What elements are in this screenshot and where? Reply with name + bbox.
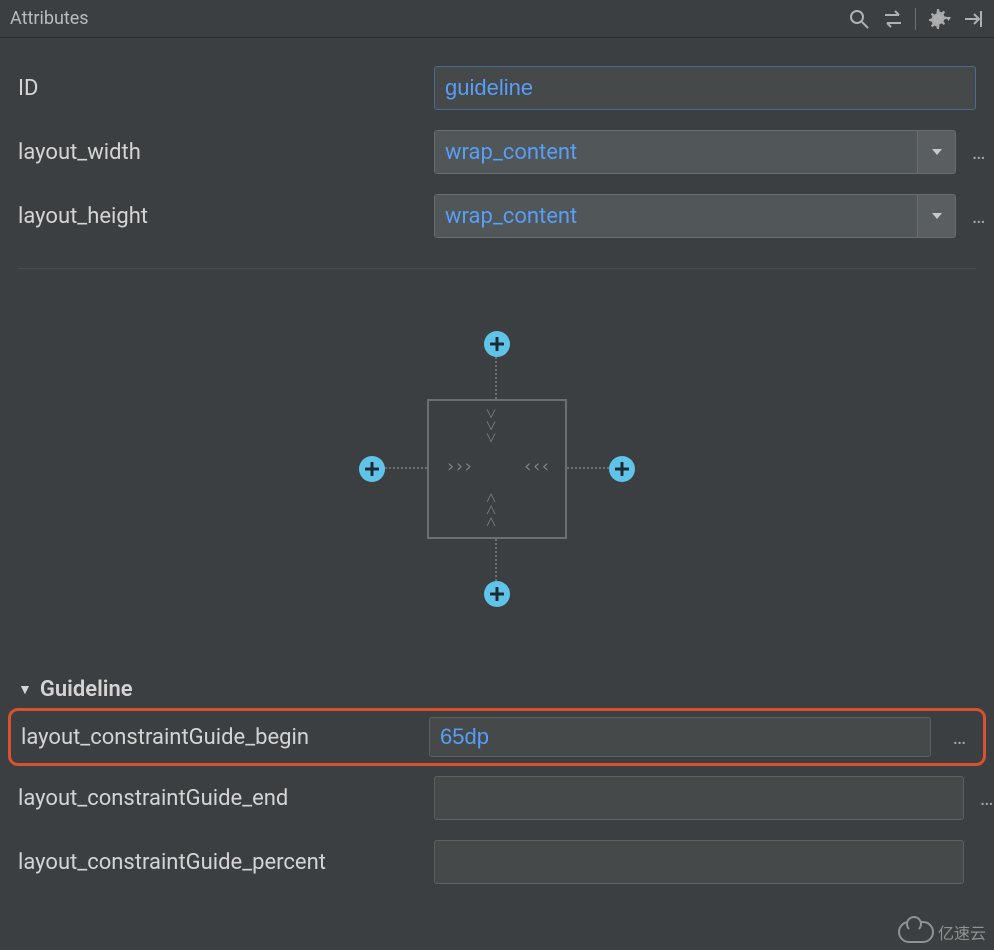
row-id: ID <box>0 56 994 120</box>
add-constraint-left-button[interactable] <box>359 456 385 482</box>
input-guide-end[interactable] <box>434 776 964 820</box>
guideline-rows: layout_constraintGuide_end … layout_cons… <box>0 766 994 894</box>
panel-header: Attributes <box>0 0 994 38</box>
section-guideline-header[interactable]: ▼ Guideline <box>0 669 994 708</box>
section-guideline-title: Guideline <box>40 677 133 702</box>
add-constraint-top-button[interactable] <box>484 331 510 357</box>
label-guide-begin: layout_constraintGuide_begin <box>21 725 413 750</box>
input-guide-percent[interactable] <box>434 840 964 884</box>
swap-icon[interactable] <box>881 7 905 31</box>
constraint-line-bottom <box>495 539 497 581</box>
watermark: 亿速云 <box>898 920 986 944</box>
constraint-line-right <box>567 467 609 469</box>
constraint-line-top <box>495 357 497 399</box>
gear-icon[interactable] <box>926 7 952 31</box>
collapse-icon[interactable] <box>962 7 984 31</box>
constraint-box-wrap: ˅˅˅ ˄˄˄ ››› ‹‹‹ <box>367 339 627 599</box>
search-icon[interactable] <box>847 7 871 31</box>
toolbar-separator <box>915 8 916 30</box>
more-icon[interactable]: … <box>972 204 986 228</box>
select-layout-width-value: wrap_content <box>435 131 917 173</box>
size-indicator-left: ››› <box>445 461 472 473</box>
constraint-line-left <box>385 467 427 469</box>
add-constraint-bottom-button[interactable] <box>484 581 510 607</box>
size-indicator-top: ˅˅˅ <box>486 409 494 445</box>
row-layout-height: layout_height wrap_content … <box>0 184 994 248</box>
more-icon[interactable]: … <box>980 786 994 810</box>
label-layout-width: layout_width <box>18 140 418 165</box>
constraint-widget: ˅˅˅ ˄˄˄ ››› ‹‹‹ <box>0 269 994 669</box>
highlighted-row: layout_constraintGuide_begin … <box>8 708 986 766</box>
more-icon[interactable]: … <box>947 725 973 749</box>
chevron-down-icon[interactable] <box>917 131 955 173</box>
size-indicator-bottom: ˄˄˄ <box>486 493 494 529</box>
input-id[interactable] <box>434 66 976 110</box>
select-layout-height[interactable]: wrap_content <box>434 194 956 238</box>
size-indicator-right: ‹‹‹ <box>522 461 549 473</box>
panel-content: ID layout_width wrap_content … layout_he… <box>0 38 994 894</box>
select-layout-height-value: wrap_content <box>435 195 917 237</box>
chevron-down-icon[interactable] <box>917 195 955 237</box>
row-guide-end: layout_constraintGuide_end … <box>0 766 994 830</box>
label-guide-end: layout_constraintGuide_end <box>18 786 418 811</box>
label-layout-height: layout_height <box>18 204 418 229</box>
add-constraint-right-button[interactable] <box>609 456 635 482</box>
more-icon[interactable]: … <box>972 140 986 164</box>
disclosure-triangle-icon: ▼ <box>18 681 32 698</box>
label-id: ID <box>18 76 418 101</box>
cloud-icon <box>898 921 934 943</box>
panel-title: Attributes <box>10 8 89 29</box>
select-layout-width[interactable]: wrap_content <box>434 130 956 174</box>
row-guide-begin: layout_constraintGuide_begin … <box>11 711 983 763</box>
panel-toolbar <box>847 7 984 31</box>
input-guide-begin[interactable] <box>429 717 931 757</box>
row-layout-width: layout_width wrap_content … <box>0 120 994 184</box>
watermark-text: 亿速云 <box>938 920 986 944</box>
row-guide-percent: layout_constraintGuide_percent <box>0 830 994 894</box>
label-guide-percent: layout_constraintGuide_percent <box>18 850 418 875</box>
